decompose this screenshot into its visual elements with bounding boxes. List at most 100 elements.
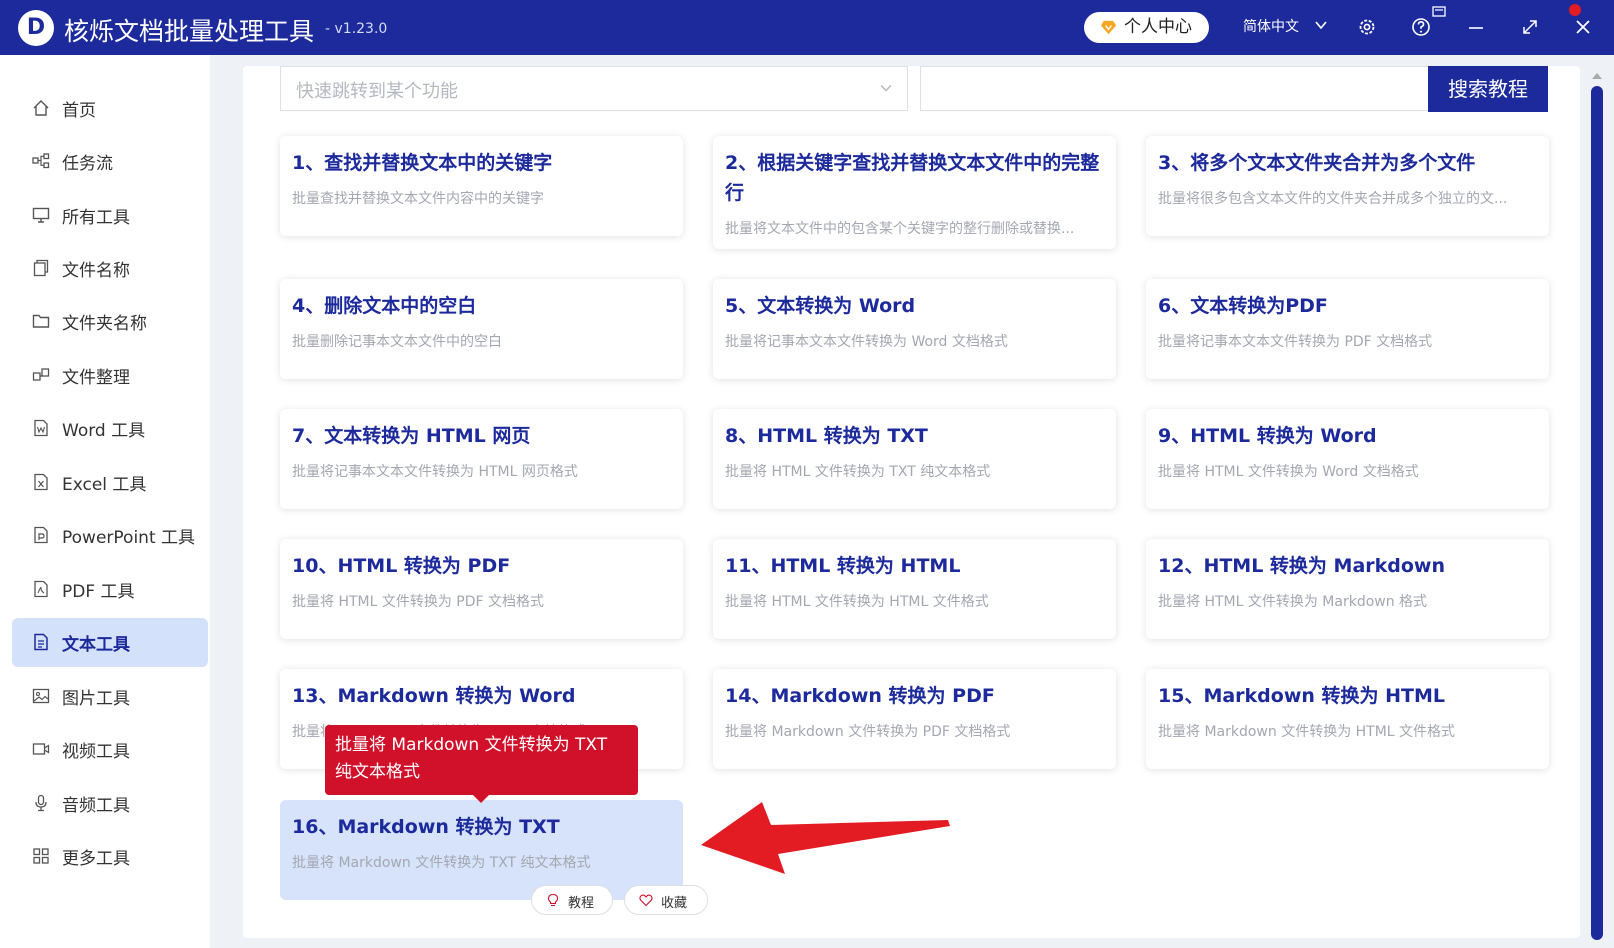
tool-card-desc: 批量查找并替换文本文件内容中的关键字 bbox=[292, 191, 544, 207]
sidebar-item-label: 视频工具 bbox=[62, 742, 130, 762]
annotation-arrow-icon bbox=[701, 802, 950, 874]
sidebar-item-label: 文本工具 bbox=[62, 635, 130, 655]
workflow-icon bbox=[32, 153, 50, 169]
tutorial-button[interactable]: 教程 bbox=[531, 885, 613, 915]
language-selector[interactable]: 简体中文 bbox=[1243, 16, 1299, 36]
tool-card[interactable]: 2、根据关键字查找并替换文本文件中的完整行 批量将文本文件中的包含某个关键字的整… bbox=[713, 136, 1116, 249]
tool-card[interactable]: 8、HTML 转换为 TXT 批量将 HTML 文件转换为 TXT 纯文本格式 bbox=[713, 409, 1116, 509]
gear-icon[interactable] bbox=[1356, 16, 1378, 38]
tool-card-desc: 批量将 HTML 文件转换为 Markdown 格式 bbox=[1158, 594, 1428, 610]
sidebar-item-label: PDF 工具 bbox=[62, 582, 135, 602]
pdf-icon bbox=[34, 580, 48, 598]
tool-card-title: 11、HTML 转换为 HTML bbox=[725, 555, 961, 577]
tool-card-title: 16、Markdown 转换为 TXT bbox=[292, 816, 560, 838]
sidebar-item-label: 图片工具 bbox=[62, 689, 130, 709]
tool-card[interactable]: 5、文本转换为 Word 批量将记事本文本文件转换为 Word 文档格式 bbox=[713, 279, 1116, 379]
sidebar-item-pdf[interactable]: PDF 工具 bbox=[12, 565, 208, 614]
tool-card-title: 3、将多个文本文件夹合并为多个文件 bbox=[1158, 152, 1476, 174]
tool-card-title: 6、文本转换为PDF bbox=[1158, 295, 1328, 317]
sidebar-item-label: 文件整理 bbox=[62, 368, 130, 388]
excel-icon bbox=[34, 473, 48, 491]
sidebar-item-file-organize[interactable]: 文件整理 bbox=[12, 351, 208, 400]
folder-icon bbox=[32, 314, 50, 328]
app-version: - v1.23.0 bbox=[325, 21, 388, 37]
maximize-icon[interactable] bbox=[1519, 16, 1541, 38]
tool-card-desc: 批量将很多包含文本文件的文件夹合并成多个独立的文... bbox=[1158, 191, 1508, 207]
tool-card-desc: 批量将 Markdown 文件转换为 HTML 文件格式 bbox=[1158, 724, 1456, 740]
tool-card-title: 10、HTML 转换为 PDF bbox=[292, 555, 511, 577]
app-title: 核烁文档批量处理工具 bbox=[64, 17, 315, 46]
tool-card-highlighted[interactable]: 16、Markdown 转换为 TXT 批量将 Markdown 文件转换为 T… bbox=[280, 800, 683, 900]
sidebar-item-powerpoint[interactable]: PowerPoint 工具 bbox=[12, 511, 208, 560]
close-icon[interactable] bbox=[1572, 16, 1594, 38]
tool-card-desc: 批量删除记事本文本文件中的空白 bbox=[292, 334, 502, 350]
organize-icon bbox=[32, 368, 50, 381]
sidebar-item-text-tools[interactable]: 文本工具 bbox=[12, 618, 208, 667]
sidebar-item-label: 文件夹名称 bbox=[62, 314, 147, 334]
sidebar-item-excel[interactable]: Excel 工具 bbox=[12, 458, 208, 507]
minimize-icon[interactable] bbox=[1465, 16, 1487, 38]
title-bar: D 核烁文档批量处理工具 - v1.23.0 个人中心 简体中文 bbox=[0, 0, 1614, 55]
scroll-up-icon[interactable] bbox=[1591, 71, 1603, 81]
text-file-icon bbox=[34, 633, 48, 651]
tool-card-title: 7、文本转换为 HTML 网页 bbox=[292, 425, 531, 447]
tool-card-title: 2、根据关键字查找并替换文本文件中的完整行 bbox=[725, 152, 1100, 204]
sidebar-item-all-tools[interactable]: 所有工具 bbox=[12, 191, 208, 240]
user-center-label: 个人中心 bbox=[1124, 17, 1192, 37]
tool-card[interactable]: 6、文本转换为PDF 批量将记事本文本文件转换为 PDF 文档格式 bbox=[1146, 279, 1549, 379]
tool-card[interactable]: 9、HTML 转换为 Word 批量将 HTML 文件转换为 Word 文档格式 bbox=[1146, 409, 1549, 509]
tool-card-desc: 批量将 Markdown 文件转换为 PDF 文档格式 bbox=[725, 724, 1011, 740]
sidebar-item-more-tools[interactable]: 更多工具 bbox=[12, 832, 208, 881]
diamond-icon bbox=[1100, 20, 1117, 35]
tool-card[interactable]: 7、文本转换为 HTML 网页 批量将记事本文本文件转换为 HTML 网页格式 bbox=[280, 409, 683, 509]
tool-card-desc: 批量将文本文件中的包含某个关键字的整行删除或替换... bbox=[725, 221, 1075, 237]
search-tutorial-button[interactable]: 搜索教程 bbox=[1428, 66, 1548, 112]
sidebar-item-file-name[interactable]: 文件名称 bbox=[12, 244, 208, 293]
tool-card[interactable]: 10、HTML 转换为 PDF 批量将 HTML 文件转换为 PDF 文档格式 bbox=[280, 539, 683, 639]
sidebar-item-audio-tools[interactable]: 音频工具 bbox=[12, 779, 208, 828]
tool-card-desc: 批量将记事本文本文件转换为 Word 文档格式 bbox=[725, 334, 1008, 350]
mic-icon bbox=[35, 794, 47, 812]
tool-card-title: 1、查找并替换文本中的关键字 bbox=[292, 152, 553, 174]
sidebar: 首页 任务流 所有工具 文件名称 文件夹名称 文件整理 Word 工具 Exce… bbox=[0, 55, 210, 948]
tool-card[interactable]: 12、HTML 转换为 Markdown 批量将 HTML 文件转换为 Mark… bbox=[1146, 539, 1549, 639]
favorite-button[interactable]: 收藏 bbox=[624, 885, 708, 915]
sidebar-item-home[interactable]: 首页 bbox=[12, 84, 208, 133]
user-center-button[interactable]: 个人中心 bbox=[1084, 12, 1209, 43]
tool-card-desc: 批量将 HTML 文件转换为 PDF 文档格式 bbox=[292, 594, 545, 610]
sidebar-item-label: 首页 bbox=[62, 101, 96, 121]
monitor-icon bbox=[32, 207, 50, 223]
search-input[interactable] bbox=[920, 66, 1428, 111]
tool-card-title: 5、文本转换为 Word bbox=[725, 295, 916, 317]
image-icon bbox=[32, 688, 50, 704]
notification-icon[interactable] bbox=[1432, 6, 1446, 18]
quick-jump-select[interactable]: 快速跳转到某个功能 bbox=[280, 66, 908, 111]
tool-card[interactable]: 3、将多个文本文件夹合并为多个文件 批量将很多包含文本文件的文件夹合并成多个独立… bbox=[1146, 136, 1549, 236]
ppt-icon bbox=[34, 526, 48, 544]
sidebar-item-label: PowerPoint 工具 bbox=[62, 528, 196, 548]
grid-icon bbox=[33, 848, 49, 864]
sidebar-item-video-tools[interactable]: 视频工具 bbox=[12, 725, 208, 774]
tool-card[interactable]: 1、查找并替换文本中的关键字 批量查找并替换文本文件内容中的关键字 bbox=[280, 136, 683, 236]
tool-card[interactable]: 15、Markdown 转换为 HTML 批量将 Markdown 文件转换为 … bbox=[1146, 669, 1549, 769]
tool-card-desc: 批量将记事本文本文件转换为 PDF 文档格式 bbox=[1158, 334, 1433, 350]
video-icon bbox=[32, 743, 50, 755]
sidebar-item-label: 更多工具 bbox=[62, 849, 130, 869]
tool-card-title: 8、HTML 转换为 TXT bbox=[725, 425, 928, 447]
tool-card[interactable]: 14、Markdown 转换为 PDF 批量将 Markdown 文件转换为 P… bbox=[713, 669, 1116, 769]
word-icon bbox=[34, 419, 48, 437]
sidebar-item-folder-name[interactable]: 文件夹名称 bbox=[12, 297, 208, 346]
tool-card[interactable]: 4、删除文本中的空白 批量删除记事本文本文件中的空白 bbox=[280, 279, 683, 379]
help-icon[interactable] bbox=[1410, 16, 1432, 38]
scrollbar-thumb[interactable] bbox=[1591, 86, 1603, 940]
tool-card-desc: 批量将 HTML 文件转换为 TXT 纯文本格式 bbox=[725, 464, 991, 480]
tool-card-title: 15、Markdown 转换为 HTML bbox=[1158, 685, 1446, 707]
tool-card[interactable]: 11、HTML 转换为 HTML 批量将 HTML 文件转换为 HTML 文件格… bbox=[713, 539, 1116, 639]
sidebar-item-image-tools[interactable]: 图片工具 bbox=[12, 672, 208, 721]
favorite-label: 收藏 bbox=[661, 896, 688, 911]
chevron-down-icon[interactable] bbox=[1314, 18, 1328, 32]
sidebar-item-workflow[interactable]: 任务流 bbox=[12, 137, 208, 186]
sidebar-item-label: Word 工具 bbox=[62, 421, 146, 441]
sidebar-item-word[interactable]: Word 工具 bbox=[12, 404, 208, 453]
quick-jump-placeholder: 快速跳转到某个功能 bbox=[296, 81, 458, 102]
